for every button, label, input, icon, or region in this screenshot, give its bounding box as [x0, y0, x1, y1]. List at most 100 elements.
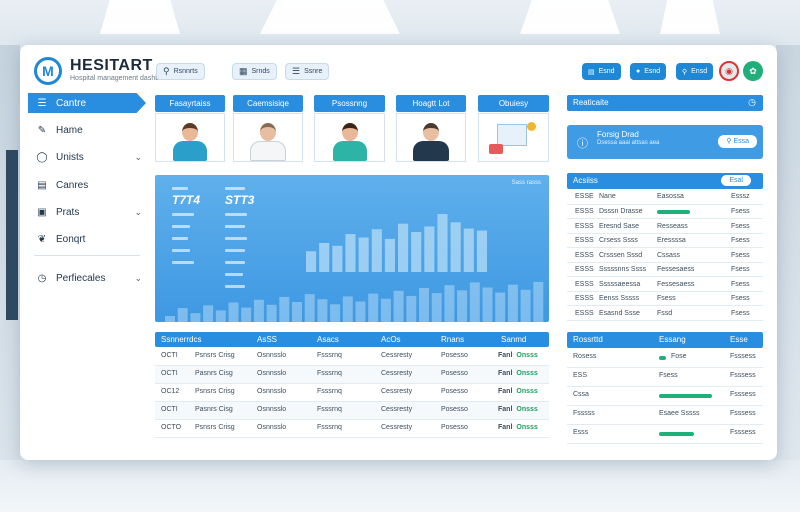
chart-background-bar [533, 281, 544, 322]
cell: Osnnsslo [257, 388, 287, 395]
schedule-table: OCTI Psnsrs Crisg Osnnsslo Fsssrnq Cessresty… [155, 348, 549, 448]
table-row[interactable]: ESSS Eenss Sssss Fsess Fsess [567, 292, 763, 306]
table-row[interactable]: Esss Fsssess [567, 425, 763, 444]
table-row[interactable]: ESSS Eresnd Sase Resseass Fsess [567, 220, 763, 234]
sidebar-item-hame[interactable]: ✎ Hame [28, 120, 146, 140]
table-row[interactable]: OCTI Psnsrs Crisg Osnnsslo Fsssrnq Cessresty… [155, 348, 549, 366]
table-row[interactable]: Fsssss Esaee Sssss Fsssess [567, 406, 763, 425]
table-row[interactable]: Cssa Fsssess [567, 387, 763, 406]
tab-hoagtt-lot[interactable]: Hoagtt Lot [396, 95, 466, 112]
table-row[interactable]: ESSS Crsess Ssss Eressssa Fsess [567, 234, 763, 248]
grid-button[interactable]: ▦ Srnds [232, 63, 277, 80]
chart-bar [398, 223, 409, 272]
column-header: Essang [659, 335, 686, 344]
status-badge: Fanl Onsss [498, 424, 538, 431]
column-header: AcOs [381, 335, 401, 344]
chart-background-bar [241, 307, 252, 322]
status-text-secondary: Onsss [516, 352, 538, 359]
cell: ESSS [575, 222, 594, 230]
search-right-button[interactable]: ⚲ Ensd [676, 63, 714, 80]
cell: OC12 [161, 388, 180, 395]
tab-psossnng[interactable]: Psossnng [314, 95, 385, 112]
cell: Esaee Sssss [659, 410, 700, 417]
bottom-right-table: Rosess Fose Fsssess ESS Fsess Fsssess Cssa Fsss… [567, 349, 763, 449]
staff-photo [342, 123, 358, 141]
notice-card-text: Dsessa aaai attsas aea [597, 140, 660, 146]
sidebar-item-unists[interactable]: ◯ Unists ⌄ [28, 147, 146, 167]
chat-icon: ◯ [36, 151, 48, 163]
illustration-card[interactable] [478, 113, 549, 162]
column-header: Sanmd [501, 335, 527, 344]
sidebar-item-cantre[interactable]: ☰ Cantre [28, 93, 146, 113]
table-row[interactable]: Rosess Fose Fsssess [567, 349, 763, 368]
tab-fasayrtaiss[interactable]: Fasayrtaiss [155, 95, 225, 112]
table-row[interactable]: ESSS Sssssaeessa Fessesaess Fsess [567, 278, 763, 292]
table-row[interactable]: ESSS Dsssn Drasse Fsess [567, 205, 763, 219]
chart-button[interactable]: ▤ Esnd [582, 63, 621, 80]
table-row[interactable]: OCTO Psnsrs Crisg Osnnsslo Fsssrnq Cessresty… [155, 420, 549, 438]
staff-card[interactable] [233, 113, 303, 162]
notification-icon[interactable]: ◉ [719, 61, 739, 81]
column-header: Esssz [731, 193, 750, 200]
activity-table: ESSE Nane Easossa Esssz ESSS Dsssn Drasse… [567, 191, 763, 321]
table-row[interactable]: OCTI Pasnrs Cisg Osnnsslo Fsssrnq Cessresty P… [155, 366, 549, 384]
user-button[interactable]: ● Esnd [630, 63, 667, 80]
status-text-secondary: Onsss [516, 388, 538, 395]
progress-bar [659, 356, 666, 360]
cell: Resseass [657, 222, 688, 230]
cell: Fsess [731, 251, 750, 259]
tab-obuiesy[interactable]: Obuiesy [478, 95, 549, 112]
cell: ESSS [575, 208, 594, 215]
sidebar-item-canres[interactable]: ▤ Canres [28, 175, 146, 195]
sidebar-item-label: Cantre [56, 97, 87, 109]
notice-card[interactable]: ⓘ Forsig Drad Dsessa aaai attsas aea ⚲ E… [567, 125, 763, 159]
activity-button[interactable]: Esal [721, 175, 751, 186]
table-row[interactable]: ESSS Crsssen Sssd Cssass Fsess [567, 249, 763, 263]
status-text-secondary: Onsss [516, 406, 538, 413]
status-text: Fanl [498, 406, 513, 413]
cell: Cessresty [381, 370, 413, 377]
table-row[interactable]: ESSS Sssssnns Ssss Fessesaess Fsess [567, 263, 763, 277]
sidebar-item-perfiecales[interactable]: ◷ Perfiecales ⌄ [28, 268, 146, 288]
tab-caemsisiqe[interactable]: Caemsisiqe [233, 95, 303, 112]
table-row[interactable]: OCTI Pasnrs Cisg Osnnsslo Fsssrnq Cessresty P… [155, 402, 549, 420]
table-row[interactable]: ESSS Esasnd Ssse Fssd Fsess [567, 307, 763, 321]
chevron-down-icon: ⌄ [134, 151, 142, 162]
clock-icon: ◷ [748, 97, 756, 107]
notice-card-button[interactable]: ⚲ Essa [718, 135, 757, 148]
activity-title: Acsiiss [573, 176, 598, 185]
status-text-secondary: Onsss [516, 424, 538, 431]
chart-bar [345, 234, 356, 272]
cell: OCTI [161, 352, 178, 359]
status-text: Fanl [498, 388, 513, 395]
search-button[interactable]: ⚲ Rsnnrts [156, 63, 205, 80]
chart-background-bar [469, 282, 480, 322]
column-header: Easossa [657, 193, 684, 200]
profile-avatar[interactable]: ✿ [743, 61, 763, 81]
sidebar-item-prats[interactable]: ▣ Prats ⌄ [28, 202, 146, 222]
sidebar-item-label: Perfiecales [56, 272, 106, 284]
chart-background-bar [393, 290, 404, 322]
user-button-label: Esnd [644, 68, 661, 75]
sidebar-item-eonqrt[interactable]: ❦ Eonqrt [28, 229, 146, 249]
column-header: AsSS [257, 335, 278, 344]
search-icon: ⚲ [163, 66, 170, 76]
chart-bar [437, 214, 448, 272]
chart-background-bar [406, 295, 417, 322]
table-row[interactable]: ESS Fsess Fsssess [567, 368, 763, 387]
cell: Fsess [731, 222, 750, 230]
staff-card[interactable] [314, 113, 385, 162]
staff-card[interactable] [396, 113, 466, 162]
chart-background-bar [444, 285, 455, 322]
status-badge: Fanl Onsss [498, 406, 538, 413]
cell: OCTO [161, 424, 182, 431]
cell: Eenss Sssss [599, 295, 640, 302]
cell: Posesso [441, 352, 468, 359]
search-icon: ⚲ [682, 68, 688, 76]
list-button[interactable]: ☰ Ssnre [285, 63, 330, 80]
table-row[interactable]: OC12 Psnsrs Crisg Osnnsslo Fsssrnq Cessresty… [155, 384, 549, 402]
cell: Posesso [441, 388, 468, 395]
sidebar-item-label: Hame [56, 124, 83, 136]
staff-card[interactable] [155, 113, 225, 162]
chart-button-label: Esnd [598, 68, 615, 75]
